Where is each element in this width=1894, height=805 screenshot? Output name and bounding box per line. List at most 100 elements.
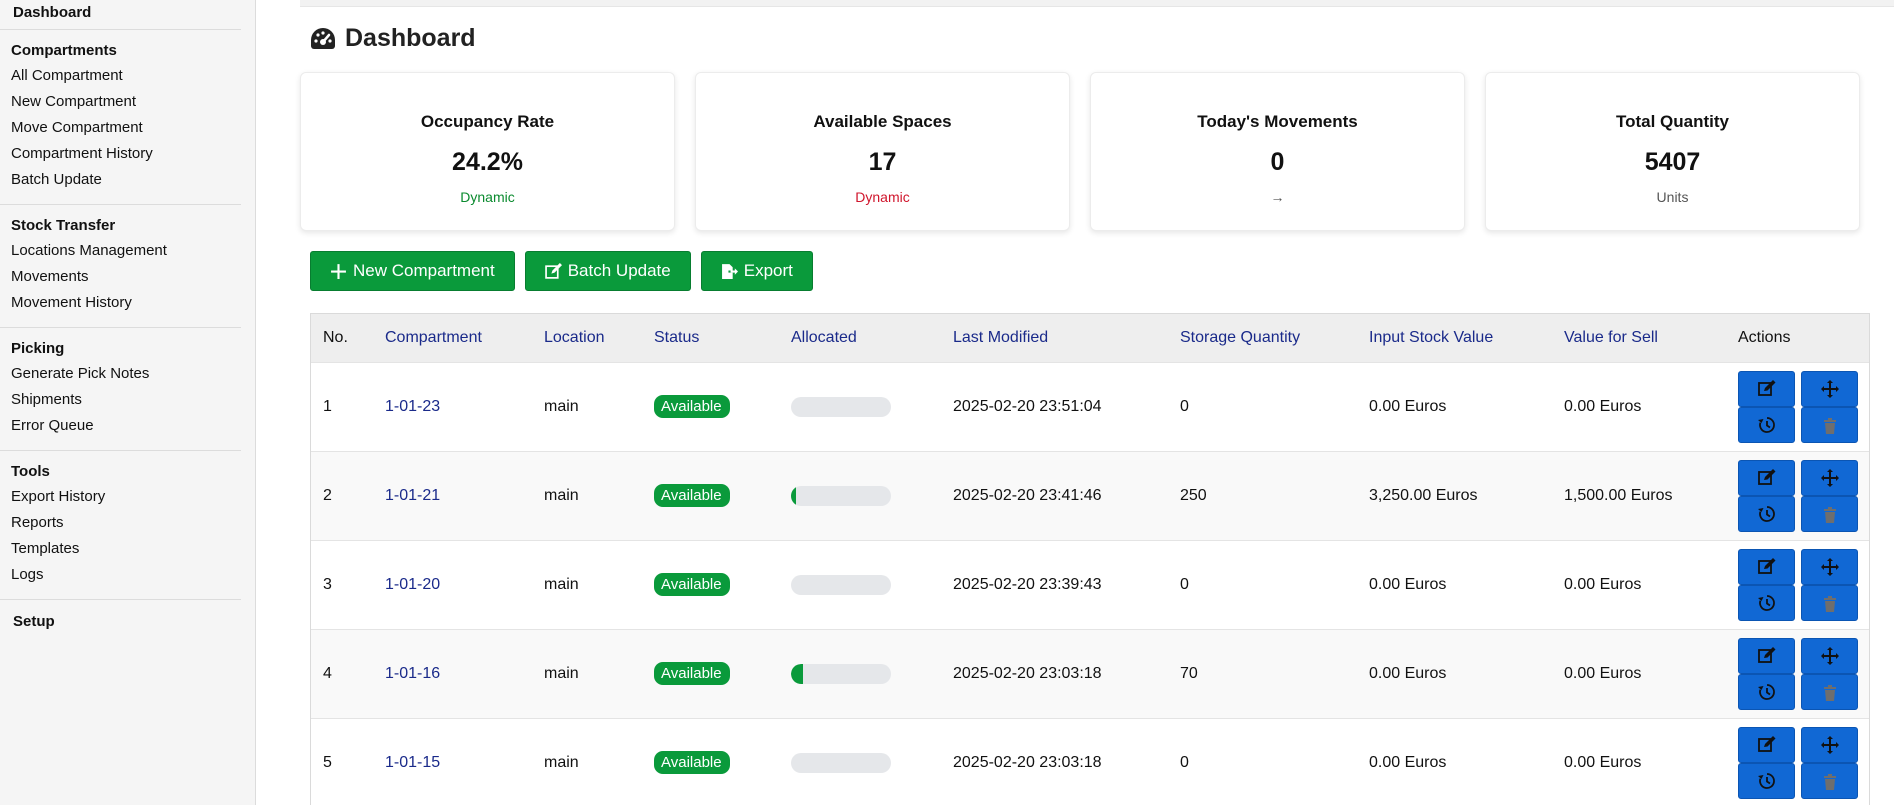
move-button[interactable] (1801, 548, 1858, 585)
history-button[interactable] (1738, 762, 1795, 799)
sidebar-item[interactable]: Batch Update (11, 170, 241, 196)
cell-actions (1726, 540, 1869, 629)
delete-button[interactable] (1801, 406, 1858, 443)
col-input-stock-value[interactable]: Input Stock Value (1357, 314, 1552, 362)
status-badge: Available (654, 573, 730, 596)
cell-location: main (544, 664, 579, 682)
edit-button[interactable] (1738, 637, 1795, 674)
col-storage-quantity[interactable]: Storage Quantity (1168, 314, 1357, 362)
sidebar-item[interactable]: Reports (11, 513, 241, 539)
table-row[interactable]: 1 1-01-23 main Available 2025-02-20 23:51:04… (311, 362, 1869, 451)
allocation-progress-bar (791, 663, 891, 684)
sidebar-item-dashboard[interactable]: Dashboard (0, 0, 241, 30)
allocation-progress-fill (791, 485, 796, 506)
history-button[interactable] (1738, 673, 1795, 710)
cell-compartment-link[interactable]: 1-01-23 (373, 362, 532, 451)
delete-button[interactable] (1801, 584, 1858, 621)
cell-compartment-link[interactable]: 1-01-20 (373, 540, 532, 629)
move-button[interactable] (1801, 459, 1858, 496)
cell-allocated (779, 629, 941, 718)
col-value-for-sell[interactable]: Value for Sell (1552, 314, 1726, 362)
move-icon (1820, 468, 1839, 487)
cell-storage-quantity: 0 (1180, 575, 1189, 593)
status-badge: Available (654, 395, 730, 418)
sidebar-item[interactable]: Logs (11, 565, 241, 591)
sidebar-section: Picking Generate Pick Notes Shipments Error… (0, 328, 241, 451)
sidebar-item[interactable]: Export History (11, 487, 241, 513)
plus-icon (331, 263, 346, 279)
history-button[interactable] (1738, 495, 1795, 532)
table-row[interactable]: 2 1-01-21 main Available 2025-02-20 23:41:46… (311, 451, 1869, 540)
edit-button[interactable] (1738, 548, 1795, 585)
cell-no: 2 (323, 486, 332, 504)
sidebar-item[interactable]: New Compartment (11, 92, 241, 118)
table-row[interactable]: 4 1-01-16 main Available 2025-02-20 23:03:18… (311, 629, 1869, 718)
col-compartment[interactable]: Compartment (373, 314, 532, 362)
cell-status: Available (642, 451, 779, 540)
row-actions (1738, 459, 1869, 532)
cell-compartment-link[interactable]: 1-01-16 (373, 629, 532, 718)
cell-value-for-sell: 0.00 Euros (1564, 753, 1642, 771)
delete-button[interactable] (1801, 762, 1858, 799)
edit-button[interactable] (1738, 726, 1795, 763)
sidebar-item[interactable]: Locations Management (11, 241, 241, 267)
cell-value-for-sell: 1,500.00 Euros (1564, 486, 1673, 504)
table-row[interactable]: 3 1-01-20 main Available 2025-02-20 23:39:43… (311, 540, 1869, 629)
move-button[interactable] (1801, 726, 1858, 763)
move-icon (1820, 646, 1839, 665)
sidebar-item[interactable]: Compartment History (11, 144, 241, 170)
move-icon (1820, 557, 1839, 576)
history-button[interactable] (1738, 406, 1795, 443)
allocation-progress-bar (791, 396, 891, 417)
move-button[interactable] (1801, 637, 1858, 674)
page-title-text: Dashboard (345, 24, 476, 52)
sidebar-section-title: Compartments (11, 42, 117, 59)
cell-last-modified: 2025-02-20 23:41:46 (953, 486, 1102, 504)
cell-status: Available (642, 629, 779, 718)
cell-value-for-sell: 0.00 Euros (1564, 664, 1642, 682)
delete-button[interactable] (1801, 495, 1858, 532)
cell-storage-quantity: 250 (1180, 486, 1207, 504)
sidebar-item[interactable]: Movement History (11, 293, 241, 319)
history-icon (1757, 683, 1775, 700)
col-last-modified[interactable]: Last Modified (941, 314, 1168, 362)
compartments-table: No. Compartment Location Status Allocate… (310, 313, 1870, 805)
cell-compartment-link[interactable]: 1-01-21 (373, 451, 532, 540)
allocation-progress-bar (791, 752, 891, 773)
cell-location: main (544, 753, 579, 771)
col-location[interactable]: Location (532, 314, 642, 362)
cell-no: 1 (323, 397, 332, 415)
cell-status: Available (642, 718, 779, 805)
sidebar-item[interactable]: All Compartment (11, 66, 241, 92)
page-title: Dashboard (309, 24, 476, 53)
delete-button[interactable] (1801, 673, 1858, 710)
cell-compartment-link[interactable]: 1-01-15 (373, 718, 532, 805)
col-allocated[interactable]: Allocated (779, 314, 941, 362)
sidebar-item[interactable]: Movements (11, 267, 241, 293)
cell-last-modified: 2025-02-20 23:03:18 (953, 753, 1102, 771)
col-no[interactable]: No. (311, 314, 373, 362)
history-icon (1757, 772, 1775, 789)
sidebar-item[interactable]: Error Queue (11, 416, 241, 442)
edit-button[interactable] (1738, 370, 1795, 407)
sidebar-item-setup[interactable]: Setup (0, 600, 255, 630)
sidebar-item[interactable]: Templates (11, 539, 241, 565)
app: Dashboard Compartments All Compartment New… (0, 0, 1894, 805)
new-compartment-button[interactable]: New Compartment (310, 251, 515, 291)
edit-icon (1757, 735, 1775, 752)
sidebar-item[interactable]: Generate Pick Notes (11, 364, 241, 390)
sidebar-item[interactable]: Move Compartment (11, 118, 241, 144)
col-status[interactable]: Status (642, 314, 779, 362)
sidebar: Dashboard Compartments All Compartment New… (0, 0, 256, 805)
card-subtext: → (1270, 189, 1285, 205)
edit-button[interactable] (1738, 459, 1795, 496)
table-row[interactable]: 5 1-01-15 main Available 2025-02-20 23:03:18… (311, 718, 1869, 805)
history-button[interactable] (1738, 584, 1795, 621)
move-button[interactable] (1801, 370, 1858, 407)
sidebar-item[interactable]: Shipments (11, 390, 241, 416)
delete-icon (1823, 773, 1836, 790)
batch-update-button[interactable]: Batch Update (524, 251, 691, 291)
export-button[interactable]: Export (700, 251, 813, 291)
allocation-progress-bar (791, 574, 891, 595)
export-icon (721, 263, 738, 279)
